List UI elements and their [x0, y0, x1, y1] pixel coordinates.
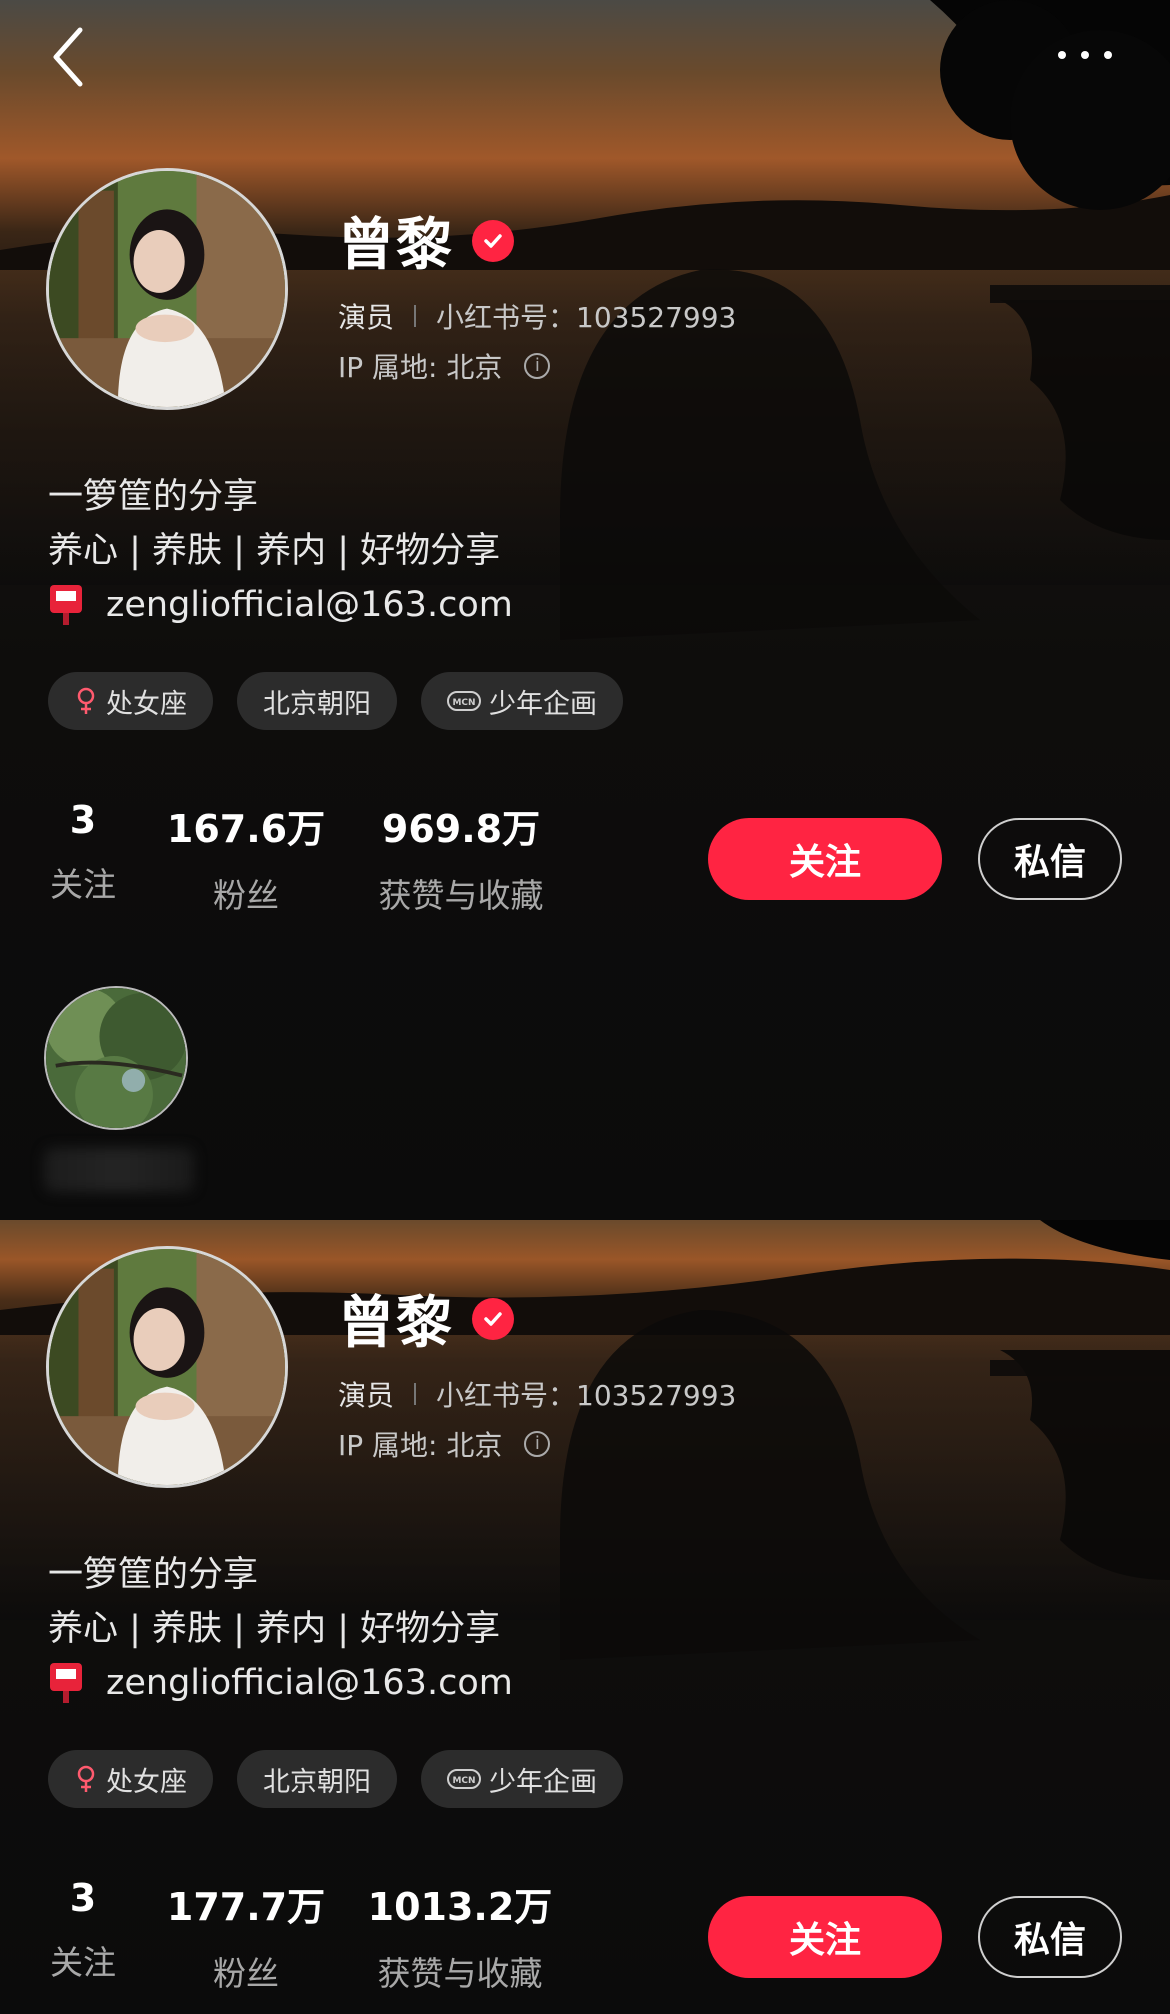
bio-line-2: 养心 | 养肤 | 养内 | 好物分享	[48, 1609, 501, 1649]
divider	[414, 305, 417, 327]
profile-name-row: 曾黎	[338, 1278, 514, 1359]
email[interactable]: zengliofficial@163.com	[106, 578, 513, 632]
fans-count: 167.6万	[166, 807, 326, 851]
mailbox-icon	[50, 1663, 82, 1703]
follow-button[interactable]: 关注	[708, 1896, 942, 1978]
following-count: 3	[69, 798, 97, 842]
profile-name: 曾黎	[338, 213, 454, 278]
mcn-icon: MCN	[447, 1767, 481, 1791]
role-id-line: 演员 小红书号：103527993	[338, 1374, 736, 1414]
email-row: zengliofficial@163.com	[48, 1656, 513, 1710]
stat-following[interactable]: 3 关注	[48, 1876, 118, 1984]
fans-label: 粉丝	[213, 1954, 279, 1993]
tag-mcn-label: 少年企画	[489, 1766, 597, 1798]
mcn-icon: MCN	[447, 689, 481, 713]
verified-badge-icon	[472, 1297, 514, 1340]
ip-location-line: IP 属地: 北京 i	[338, 1424, 551, 1464]
tag-mcn-label: 少年企画	[489, 688, 597, 720]
email-row: zengliofficial@163.com	[48, 578, 513, 632]
chevron-left-icon	[53, 27, 83, 87]
role-label: 演员	[338, 1379, 395, 1412]
tag-location[interactable]: 北京朝阳	[237, 1750, 397, 1808]
avatar[interactable]	[46, 1246, 288, 1488]
tag-zodiac[interactable]: 处女座	[48, 1750, 213, 1808]
bio: 一箩筐的分享 养心 | 养肤 | 养内 | 好物分享 zengliofficia…	[48, 470, 513, 632]
info-icon[interactable]: i	[524, 1431, 551, 1457]
avatar-photo	[49, 1249, 285, 1485]
bio-line-2: 养心 | 养肤 | 养内 | 好物分享	[48, 531, 501, 571]
profile-panel-bottom: 曾黎 演员 小红书号：103527993 IP 属地: 北京 i 一箩筐的分享 …	[0, 1220, 1170, 2014]
tree-canopy-photo	[46, 988, 186, 1128]
stat-following[interactable]: 3 关注	[48, 798, 118, 906]
blurred-caption	[44, 1148, 194, 1192]
mailbox-icon	[50, 585, 82, 625]
following-label: 关注	[50, 1943, 116, 1982]
message-button[interactable]: 私信	[978, 1896, 1122, 1978]
more-button[interactable]	[1040, 30, 1130, 80]
stat-likes[interactable]: 1013.2万 获赞与收藏	[362, 1876, 558, 1995]
role-id-line: 演员 小红书号：103527993	[338, 296, 736, 336]
tag-list: 处女座 北京朝阳 MCN 少年企画	[48, 672, 623, 730]
stat-likes[interactable]: 969.8万 获赞与收藏	[368, 798, 554, 917]
bio: 一箩筐的分享 养心 | 养肤 | 养内 | 好物分享 zengliofficia…	[48, 1548, 513, 1710]
bio-line-1: 一箩筐的分享	[48, 1555, 259, 1595]
follow-button[interactable]: 关注	[708, 818, 942, 900]
ip-location: IP 属地: 北京	[338, 1429, 503, 1462]
stat-fans[interactable]: 167.6万 粉丝	[166, 798, 326, 917]
info-icon[interactable]: i	[524, 353, 551, 379]
following-count: 3	[69, 1876, 97, 1920]
profile-name: 曾黎	[338, 1291, 454, 1356]
ip-location-line: IP 属地: 北京 i	[338, 346, 551, 386]
tag-zodiac[interactable]: 处女座	[48, 672, 213, 730]
divider	[414, 1383, 417, 1405]
tag-mcn[interactable]: MCN 少年企画	[421, 1750, 623, 1808]
secondary-avatar[interactable]	[44, 986, 188, 1130]
fans-label: 粉丝	[213, 876, 279, 915]
likes-label: 获赞与收藏	[377, 1954, 543, 1993]
avatar[interactable]	[46, 168, 288, 410]
likes-count: 969.8万	[381, 807, 541, 851]
avatar-photo	[49, 171, 285, 407]
tag-list: 处女座 北京朝阳 MCN 少年企画	[48, 1750, 623, 1808]
tag-location-label: 北京朝阳	[263, 688, 371, 720]
more-horizontal-icon	[1058, 51, 1112, 59]
email[interactable]: zengliofficial@163.com	[106, 1656, 513, 1710]
stat-fans[interactable]: 177.7万 粉丝	[166, 1876, 326, 1995]
tag-mcn[interactable]: MCN 少年企画	[421, 672, 623, 730]
likes-count: 1013.2万	[367, 1885, 553, 1929]
fans-count: 177.7万	[166, 1885, 326, 1929]
profile-panel-top: 曾黎 演员 小红书号：103527993 IP 属地: 北京 i 一箩筐的分享 …	[0, 0, 1170, 1220]
role-label: 演员	[338, 301, 395, 334]
ip-location: IP 属地: 北京	[338, 351, 503, 384]
red-id: 小红书号：103527993	[436, 1379, 737, 1412]
tag-location[interactable]: 北京朝阳	[237, 672, 397, 730]
bio-line-1: 一箩筐的分享	[48, 477, 259, 517]
svg-text:MCN: MCN	[452, 698, 475, 708]
svg-text:MCN: MCN	[452, 1776, 475, 1786]
tag-zodiac-label: 处女座	[106, 688, 187, 720]
message-button[interactable]: 私信	[978, 818, 1122, 900]
likes-label: 获赞与收藏	[378, 876, 544, 915]
back-button[interactable]	[40, 22, 100, 92]
female-icon	[74, 686, 98, 716]
female-icon	[74, 1764, 98, 1794]
tag-zodiac-label: 处女座	[106, 1766, 187, 1798]
tag-location-label: 北京朝阳	[263, 1766, 371, 1798]
verified-badge-icon	[472, 219, 514, 262]
profile-name-row: 曾黎	[338, 200, 514, 281]
following-label: 关注	[50, 865, 116, 904]
red-id: 小红书号：103527993	[436, 301, 737, 334]
